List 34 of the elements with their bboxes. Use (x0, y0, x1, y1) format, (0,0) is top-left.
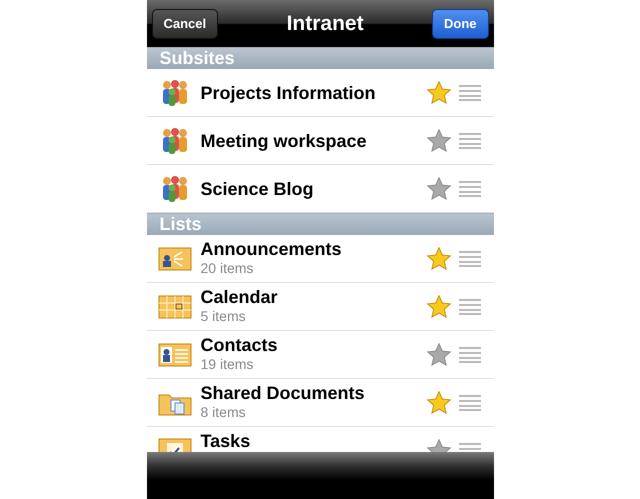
item-count: 20 items (200, 260, 254, 276)
window-title: Intranet (286, 10, 364, 37)
row-title: Calendar (200, 286, 279, 308)
drag-handle-icon[interactable] (458, 298, 480, 315)
row-title: Tasks (200, 430, 252, 452)
drag-handle-icon[interactable] (458, 180, 480, 197)
drag-handle-icon[interactable] (458, 132, 480, 149)
drag-handle-icon[interactable] (458, 250, 480, 267)
contact-card-icon (158, 342, 192, 366)
drag-handle-icon[interactable] (458, 346, 480, 363)
row-title: Shared Documents (200, 382, 366, 404)
star-icon[interactable] (426, 176, 452, 202)
announcement-icon (158, 246, 192, 270)
row-title: Meeting workspace (200, 130, 368, 152)
section-header: Lists (146, 213, 494, 235)
star-icon[interactable] (426, 246, 452, 272)
star-icon[interactable] (426, 342, 452, 368)
item-count: 5 items (200, 308, 247, 324)
section-header: Subsites (146, 47, 494, 69)
row-title: Contacts (200, 334, 279, 356)
star-icon[interactable] (426, 80, 452, 106)
calendar-icon (158, 294, 192, 318)
cancel-button[interactable]: Cancel (152, 8, 218, 38)
item-count: 19 items (200, 356, 254, 372)
done-button[interactable]: Done (432, 8, 488, 38)
drag-handle-icon[interactable] (458, 84, 480, 101)
drag-handle-icon[interactable] (458, 394, 480, 411)
row-title: Announcements (200, 238, 343, 260)
star-icon[interactable] (426, 294, 452, 320)
row-title: Projects Information (200, 82, 377, 104)
star-icon[interactable] (426, 128, 452, 154)
item-count: 8 items (200, 404, 247, 420)
star-icon[interactable] (426, 390, 452, 416)
row-title: Science Blog (200, 178, 315, 200)
